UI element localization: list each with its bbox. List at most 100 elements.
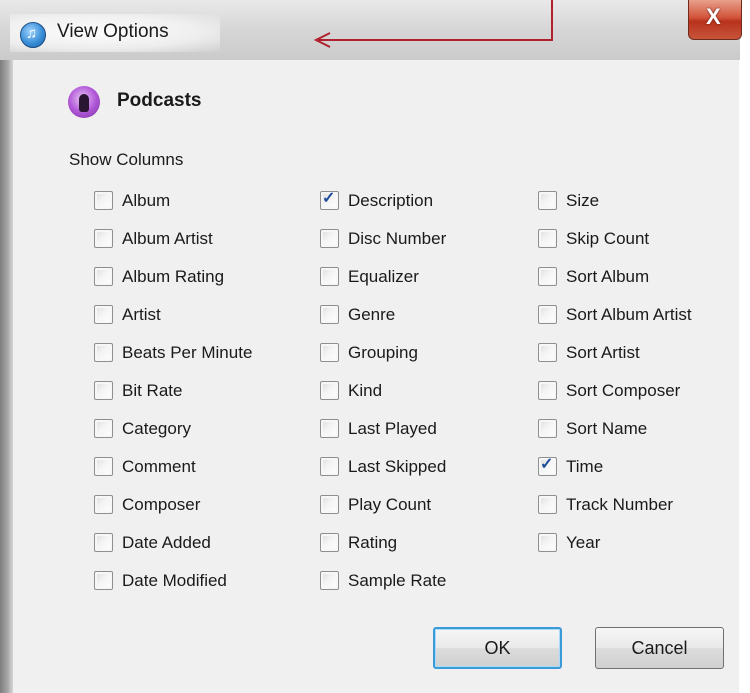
checkbox-row[interactable]: Composer bbox=[94, 490, 252, 528]
checkbox-row[interactable]: Skip Count bbox=[538, 224, 692, 262]
checkbox-label: Composer bbox=[122, 495, 201, 514]
checkbox-row[interactable]: Date Added bbox=[94, 528, 252, 566]
checkbox-row[interactable]: Disc Number bbox=[320, 224, 446, 262]
checkbox-row[interactable]: Sort Album Artist bbox=[538, 300, 692, 338]
checkbox-row[interactable]: ✓ Time bbox=[538, 452, 692, 490]
checkbox-label: Track Number bbox=[566, 495, 674, 514]
checkbox-row[interactable]: Track Number bbox=[538, 490, 692, 528]
checkbox[interactable] bbox=[94, 495, 113, 514]
checkbox[interactable] bbox=[320, 229, 339, 248]
checkbox-label: Sort Album bbox=[566, 267, 650, 286]
checkbox-row[interactable]: Equalizer bbox=[320, 262, 446, 300]
checkbox[interactable] bbox=[538, 419, 557, 438]
checkbox-row[interactable]: Last Skipped bbox=[320, 452, 446, 490]
checkbox-row[interactable]: ✓ Description bbox=[320, 186, 446, 224]
checkbox[interactable] bbox=[94, 267, 113, 286]
checkbox-checked[interactable]: ✓ bbox=[320, 190, 339, 210]
checkbox-row[interactable]: Album bbox=[94, 186, 252, 224]
checkbox[interactable] bbox=[320, 457, 339, 476]
checkbox-row[interactable]: Play Count bbox=[320, 490, 446, 528]
checkbox-label: Album Rating bbox=[122, 267, 225, 286]
checkbox[interactable] bbox=[320, 571, 339, 590]
checkbox[interactable] bbox=[94, 229, 113, 248]
checkbox-label: Description bbox=[348, 191, 434, 210]
checkbox-row[interactable]: Album Artist bbox=[94, 224, 252, 262]
checkbox-row[interactable]: Size bbox=[538, 186, 692, 224]
checkbox[interactable] bbox=[320, 343, 339, 362]
checkbox-row[interactable]: Year bbox=[538, 528, 692, 566]
checkbox[interactable] bbox=[538, 229, 557, 248]
checkbox[interactable] bbox=[94, 343, 113, 362]
checkbox[interactable] bbox=[538, 267, 557, 286]
show-columns-label: Show Columns bbox=[69, 150, 184, 169]
checkbox[interactable] bbox=[538, 305, 557, 324]
checkbox-label: Last Played bbox=[348, 419, 437, 438]
checkbox[interactable] bbox=[94, 381, 113, 400]
checkbox[interactable] bbox=[538, 495, 557, 514]
cancel-button[interactable]: Cancel bbox=[595, 627, 724, 669]
checkbox[interactable] bbox=[320, 381, 339, 400]
close-button[interactable]: X bbox=[688, 0, 742, 40]
checkbox-row[interactable]: Artist bbox=[94, 300, 252, 338]
dialog-body: Podcasts Show Columns Album Album Artist A… bbox=[13, 60, 739, 693]
checkbox[interactable] bbox=[320, 305, 339, 324]
checkbox-label: Date Modified bbox=[122, 571, 227, 590]
checkbox-label: Album bbox=[122, 191, 171, 210]
checkbox[interactable] bbox=[320, 533, 339, 552]
checkbox-row[interactable]: Sort Name bbox=[538, 414, 692, 452]
checkbox-label: Genre bbox=[348, 305, 396, 324]
checkbox-label: Rating bbox=[348, 533, 398, 552]
checkbox-label: Sample Rate bbox=[348, 571, 447, 590]
checkbox-label: Sort Name bbox=[566, 419, 648, 438]
checkbox[interactable] bbox=[538, 191, 557, 210]
checkbox-label: Equalizer bbox=[348, 267, 419, 286]
checkbox[interactable] bbox=[320, 495, 339, 514]
checkbox-label: Year bbox=[566, 533, 601, 552]
checkbox-label: Date Added bbox=[122, 533, 211, 552]
checkbox-label: Sort Album Artist bbox=[566, 305, 692, 324]
checkbox-label: Time bbox=[566, 457, 604, 476]
checkbox-label: Sort Composer bbox=[566, 381, 681, 400]
checkbox[interactable] bbox=[94, 457, 113, 476]
checkbox[interactable] bbox=[94, 419, 113, 438]
checkbox-row[interactable]: Category bbox=[94, 414, 252, 452]
checkbox-row[interactable]: Date Modified bbox=[94, 566, 252, 604]
checkbox[interactable] bbox=[320, 267, 339, 286]
checkbox-row[interactable]: Sort Album bbox=[538, 262, 692, 300]
ok-button[interactable]: OK bbox=[433, 627, 562, 669]
checkbox-label: Beats Per Minute bbox=[122, 343, 253, 362]
checkbox-row[interactable]: Sample Rate bbox=[320, 566, 446, 604]
checkbox[interactable] bbox=[538, 343, 557, 362]
checkbox-row[interactable]: Grouping bbox=[320, 338, 446, 376]
checkbox-label: Disc Number bbox=[348, 229, 447, 248]
window-edge bbox=[738, 0, 750, 693]
check-icon: ✓ bbox=[322, 190, 336, 207]
checkbox-row[interactable]: Bit Rate bbox=[94, 376, 252, 414]
checkbox-row[interactable]: Rating bbox=[320, 528, 446, 566]
checkbox-row[interactable]: Sort Composer bbox=[538, 376, 692, 414]
checkbox-row[interactable]: Genre bbox=[320, 300, 446, 338]
title-bar[interactable]: ♫ View Options X bbox=[0, 0, 742, 60]
checkbox-label: Size bbox=[566, 191, 600, 210]
checkbox-label: Skip Count bbox=[566, 229, 650, 248]
column-group-2: ✓ Description Disc Number Equalizer Genre Gro… bbox=[320, 186, 446, 604]
checkbox-row[interactable]: Beats Per Minute bbox=[94, 338, 252, 376]
checkbox-label: Category bbox=[122, 419, 191, 438]
checkbox-row[interactable]: Kind bbox=[320, 376, 446, 414]
checkbox-row[interactable]: Comment bbox=[94, 452, 252, 490]
close-icon: X bbox=[706, 4, 721, 29]
checkbox[interactable] bbox=[538, 533, 557, 552]
checkbox-checked[interactable]: ✓ bbox=[538, 456, 557, 476]
column-group-3: Size Skip Count Sort Album Sort Album Artis… bbox=[538, 186, 692, 566]
checkbox-row[interactable]: Album Rating bbox=[94, 262, 252, 300]
checkbox[interactable] bbox=[94, 191, 113, 210]
checkbox[interactable] bbox=[94, 305, 113, 324]
itunes-icon: ♫ bbox=[20, 22, 46, 48]
checkbox-row[interactable]: Last Played bbox=[320, 414, 446, 452]
checkbox-row[interactable]: Sort Artist bbox=[538, 338, 692, 376]
checkbox-label: Last Skipped bbox=[348, 457, 447, 476]
checkbox[interactable] bbox=[538, 381, 557, 400]
checkbox[interactable] bbox=[94, 533, 113, 552]
checkbox[interactable] bbox=[320, 419, 339, 438]
checkbox[interactable] bbox=[94, 571, 113, 590]
